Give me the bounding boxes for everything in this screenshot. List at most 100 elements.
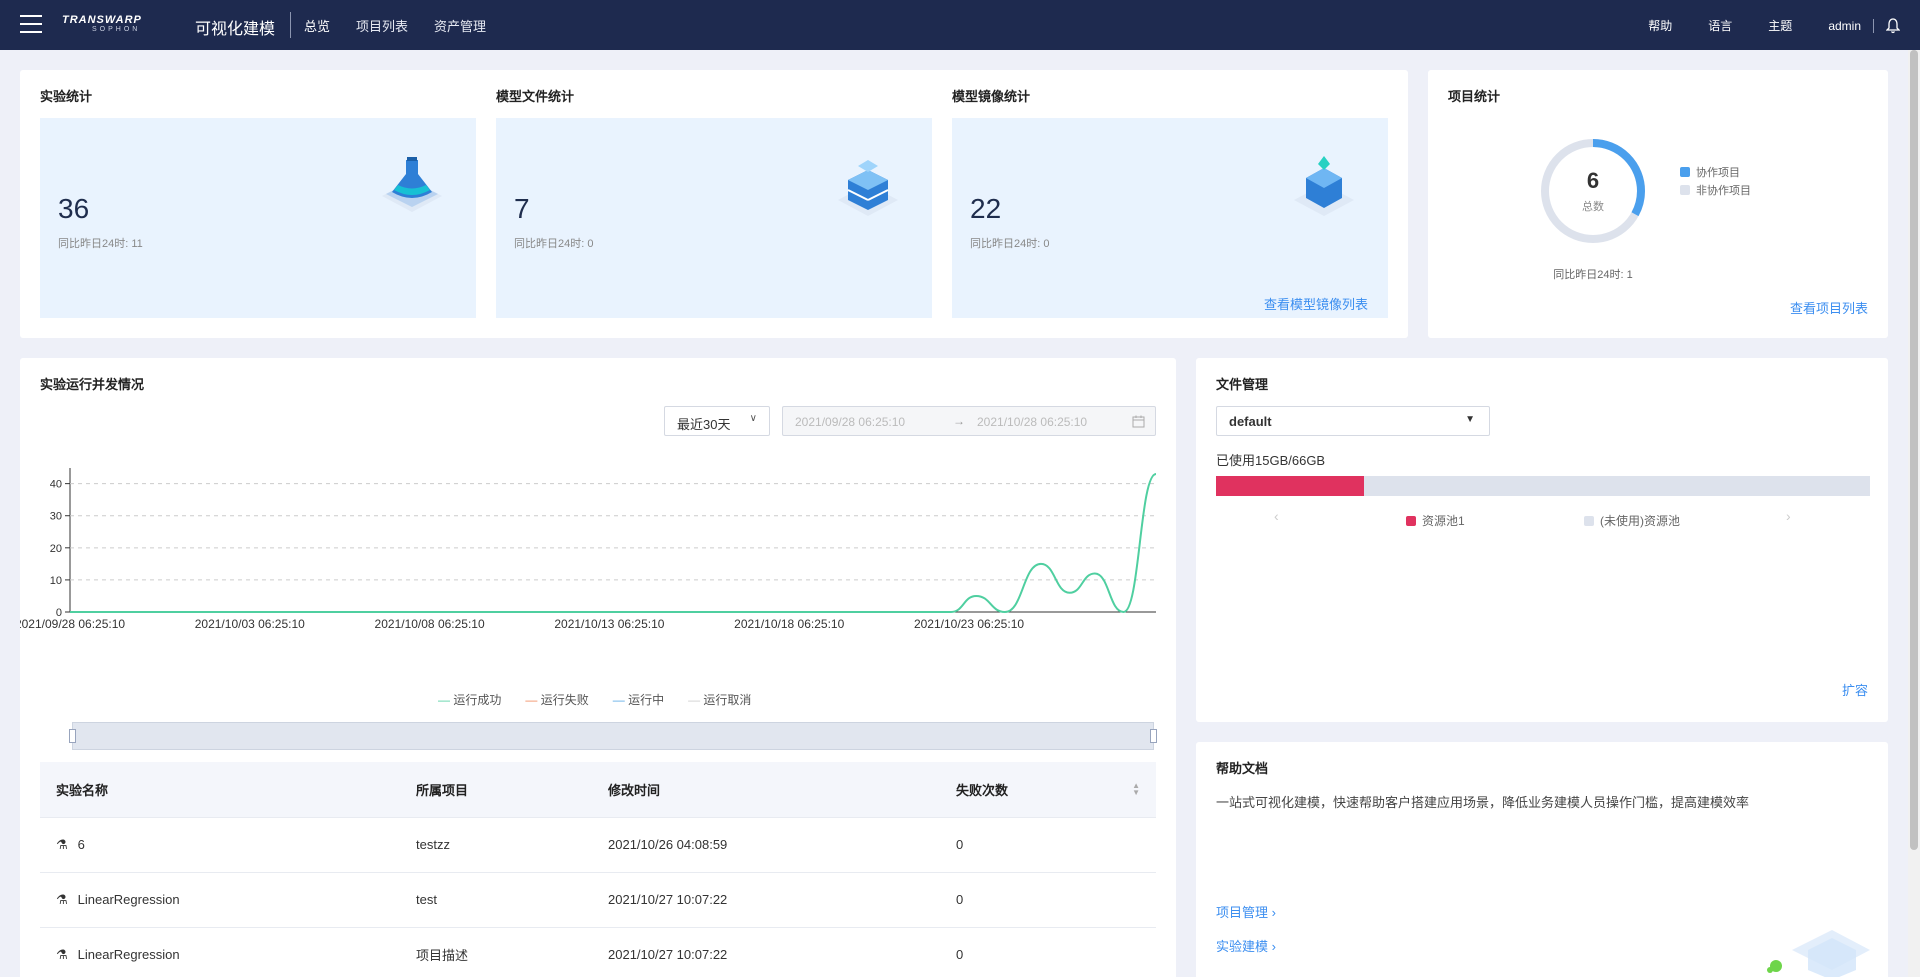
- file-pool-select[interactable]: default ▼: [1216, 406, 1490, 436]
- chevron-right-icon[interactable]: ›: [1786, 508, 1791, 524]
- nav-asset-mgmt[interactable]: 资产管理: [434, 16, 486, 35]
- experiment-count: 36: [58, 193, 90, 224]
- help-illustration-icon: [1767, 930, 1870, 977]
- logo[interactable]: TRANSWARP SOPHON: [62, 14, 152, 38]
- experiment-name[interactable]: LinearRegression: [78, 947, 180, 962]
- stats-card: 实验统计 模型文件统计 模型镜像统计 36 同比昨日24时: 11 7 同比昨日…: [20, 70, 1408, 338]
- experiment-delta: 同比昨日24时: 11: [58, 238, 143, 250]
- legend-failed: — 运行失败: [525, 693, 589, 707]
- scrollbar-thumb[interactable]: [1910, 50, 1918, 850]
- x-tick-label: 2021/09/28 06:25:10: [20, 617, 125, 631]
- experiment-name[interactable]: 6: [78, 837, 85, 852]
- file-mgmt-title: 文件管理: [1216, 377, 1269, 392]
- chart-zoom-slider[interactable]: [69, 722, 1157, 750]
- legend-collab: 协作项目: [1680, 164, 1740, 180]
- modified-time: 2021/10/27 10:07:22: [592, 926, 940, 977]
- experiment-stats-title: 实验统计: [40, 89, 93, 104]
- project-stats-title: 项目统计: [1448, 89, 1501, 104]
- legend-success: — 运行成功: [438, 693, 502, 707]
- nav-project-list[interactable]: 项目列表: [356, 16, 408, 35]
- language-link[interactable]: 语言: [1708, 17, 1732, 34]
- experiment-name[interactable]: LinearRegression: [78, 892, 180, 907]
- experiment-table: 实验名称 所属项目 修改时间 失败次数 ▲ ▼ ⚗ 6 testzz 2021/10…: [40, 762, 1156, 977]
- project-name: testzz: [400, 816, 592, 872]
- date-start: 2021/09/28 06:25:10: [795, 415, 906, 429]
- model-image-count: 22: [970, 193, 1002, 224]
- experiment-stat-box: 36 同比昨日24时: 11: [40, 118, 476, 318]
- project-total: 6: [1586, 168, 1600, 193]
- concurrency-title: 实验运行并发情况: [40, 377, 145, 392]
- caret-down-icon: ▼: [1465, 414, 1475, 425]
- model-image-delta: 同比昨日24时: 0: [970, 238, 1050, 250]
- legend-cancelled: — 运行取消: [688, 693, 752, 707]
- range-select-value: 最近30天: [677, 417, 731, 432]
- cube-icon: [1294, 156, 1354, 216]
- table-row[interactable]: ⚗ LinearRegression test 2021/10/27 10:07:…: [40, 871, 1156, 927]
- help-project-mgmt-link[interactable]: 项目管理 ›: [1216, 902, 1276, 921]
- logo-top-text: TRANSWARP: [62, 14, 142, 26]
- y-tick-label: 40: [50, 479, 62, 491]
- expand-capacity-link[interactable]: 扩容: [1842, 680, 1868, 699]
- chevron-right-icon: ›: [1271, 939, 1276, 954]
- fail-count: 0: [940, 816, 1156, 872]
- y-tick-label: 30: [50, 511, 62, 523]
- page-scrollbar[interactable]: [1908, 50, 1920, 977]
- view-model-image-list-link[interactable]: 查看模型镜像列表: [1264, 294, 1368, 313]
- flask-icon: [382, 157, 442, 212]
- menu-icon[interactable]: [20, 15, 42, 33]
- col-modified-time: 修改时间: [592, 762, 940, 817]
- modified-time: 2021/10/26 04:08:59: [592, 816, 940, 872]
- y-tick-label: 10: [50, 575, 62, 587]
- concurrency-card: 实验运行并发情况 最近30天 ∨ 2021/09/28 06:25:10 → 2…: [20, 358, 1176, 977]
- project-delta: 同比昨日24时: 1: [1553, 269, 1633, 281]
- project-name: test: [400, 871, 592, 927]
- col-experiment-name: 实验名称: [40, 762, 400, 817]
- help-docs-desc: 一站式可视化建模，快速帮助客户搭建应用场景，降低业务建模人员操作门槛，提高建模效…: [1216, 795, 1750, 810]
- nav-separator: [1873, 18, 1874, 33]
- box-stack-icon: [838, 160, 898, 216]
- date-range-picker[interactable]: 2021/09/28 06:25:10 → 2021/10/28 06:25:1…: [782, 406, 1156, 436]
- bell-icon[interactable]: [1886, 17, 1900, 34]
- calendar-icon: [1132, 415, 1145, 428]
- file-mgmt-card: 文件管理 default ▼ 已使用15GB/66GB ‹ 资源池1 (未使用)…: [1196, 358, 1888, 722]
- theme-link[interactable]: 主题: [1768, 17, 1792, 34]
- table-row[interactable]: ⚗ LinearRegression 项目描述 2021/10/27 10:07:…: [40, 926, 1156, 977]
- legend-collab-label: 协作项目: [1696, 167, 1740, 179]
- help-link[interactable]: 帮助: [1648, 17, 1672, 34]
- range-select[interactable]: 最近30天 ∨: [664, 406, 770, 436]
- x-tick-label: 2021/10/23 06:25:10: [914, 617, 1024, 631]
- help-experiment-link[interactable]: 实验建模 ›: [1216, 936, 1276, 955]
- sort-icon[interactable]: ▲ ▼: [1132, 782, 1140, 797]
- help-docs-title: 帮助文档: [1216, 761, 1269, 776]
- legend-unused-pool: (未使用)资源池: [1584, 512, 1680, 529]
- nav-overview[interactable]: 总览: [304, 16, 330, 35]
- chevron-left-icon[interactable]: ‹: [1274, 508, 1279, 524]
- model-image-stat-box: 22 同比昨日24时: 0 查看模型镜像列表: [952, 118, 1388, 318]
- legend-unused-pool-label: (未使用)资源池: [1600, 514, 1680, 528]
- usage-bar: [1216, 476, 1870, 496]
- slider-left-handle[interactable]: [69, 729, 76, 743]
- y-tick-label: 20: [50, 543, 62, 555]
- flask-icon: ⚗: [56, 836, 68, 852]
- chevron-right-icon: ›: [1271, 905, 1276, 920]
- x-tick-label: 2021/10/08 06:25:10: [375, 617, 485, 631]
- legend-noncollab: 非协作项目: [1680, 182, 1751, 198]
- col-fail-count[interactable]: 失败次数 ▲ ▼: [940, 762, 1156, 817]
- model-file-stat-box: 7 同比昨日24时: 0: [496, 118, 932, 318]
- x-tick-label: 2021/10/18 06:25:10: [734, 617, 844, 631]
- flask-icon: ⚗: [56, 946, 68, 962]
- date-arrow: →: [953, 414, 965, 428]
- modified-time: 2021/10/27 10:07:22: [592, 871, 940, 927]
- user-menu[interactable]: admin: [1828, 19, 1861, 33]
- date-end: 2021/10/28 06:25:10: [977, 415, 1088, 429]
- view-project-list-link[interactable]: 查看项目列表: [1790, 298, 1868, 317]
- table-row[interactable]: ⚗ 6 testzz 2021/10/26 04:08:59 0: [40, 816, 1156, 872]
- project-stats-card: 项目统计 6 总数 协作项目 非协作项目 同比昨日24时: 1 查看项目列表: [1428, 70, 1888, 338]
- series-line: [69, 473, 1157, 614]
- app-title: 可视化建模: [195, 21, 276, 38]
- slider-right-handle[interactable]: [1150, 729, 1157, 743]
- nav-divider: [290, 12, 291, 38]
- chevron-down-icon: ∨: [749, 413, 757, 424]
- x-tick-label: 2021/10/03 06:25:10: [195, 617, 305, 631]
- legend-pool1-label: 资源池1: [1422, 514, 1465, 528]
